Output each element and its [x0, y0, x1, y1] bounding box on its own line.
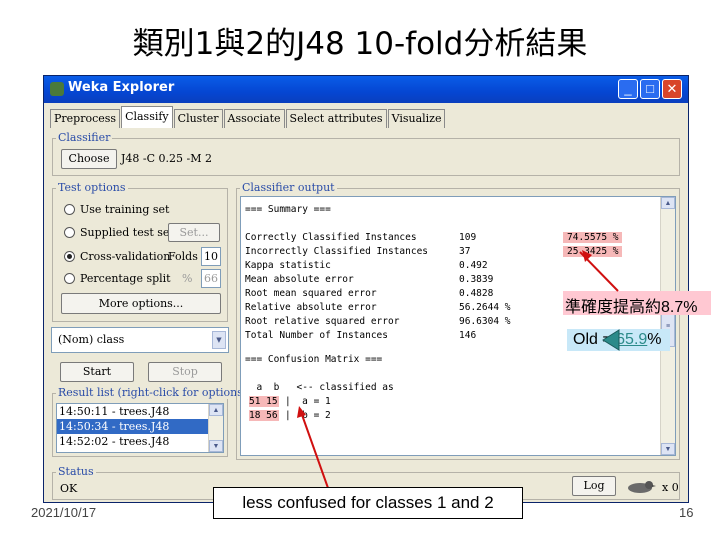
start-button[interactable]: Start — [60, 362, 134, 382]
cross-validation-radio[interactable] — [64, 251, 75, 262]
tab-preprocess[interactable]: Preprocess — [50, 109, 121, 128]
tab-select-attributes[interactable]: Select attributes — [285, 109, 387, 128]
use-training-radio[interactable] — [64, 204, 75, 215]
matrix-cells-row-1: 51 15 — [249, 396, 279, 407]
summary-value: 146 — [459, 330, 477, 341]
percentage-split-radio[interactable] — [64, 273, 75, 284]
percentage-split-label: Percentage split — [80, 272, 171, 285]
summary-label: Kappa statistic — [245, 260, 331, 271]
scroll-down-icon[interactable]: ▼ — [661, 443, 675, 455]
summary-value: 56.2644 % — [459, 302, 511, 313]
old-accuracy-text: Old = 65.9% — [573, 331, 662, 349]
status-legend: Status — [56, 465, 96, 478]
folds-input[interactable]: 10 — [201, 247, 221, 266]
tab-associate[interactable]: Associate — [223, 109, 285, 128]
scroll-up-icon[interactable]: ▲ — [661, 197, 675, 209]
more-options-button[interactable]: More options... — [61, 293, 221, 314]
matrix-label-row-2: | b = 2 — [285, 410, 331, 421]
old-suffix: % — [647, 331, 662, 348]
set-button[interactable]: Set... — [168, 223, 220, 242]
maximize-button[interactable]: □ — [640, 79, 660, 99]
summary-label: Root mean squared error — [245, 288, 377, 299]
classifier-output-text[interactable]: === Summary === Correctly Classified Ins… — [240, 196, 676, 456]
result-list[interactable]: 14:50:11 - trees.J48 14:50:34 - trees.J4… — [56, 403, 224, 453]
result-item[interactable]: 14:50:11 - trees.J48 — [57, 404, 223, 419]
output-scrollbar[interactable]: ▲ ≡ ▼ — [660, 197, 675, 455]
choose-button[interactable]: Choose — [61, 149, 117, 169]
status-text: OK — [60, 482, 78, 495]
chevron-down-icon[interactable]: ▼ — [212, 331, 226, 349]
result-item-selected[interactable]: 14:50:34 - trees.J48 — [57, 419, 223, 434]
classifier-output-legend: Classifier output — [240, 181, 337, 194]
percent-input[interactable]: 66 — [201, 269, 221, 288]
summary-label: Incorrectly Classified Instances — [245, 246, 429, 257]
weka-bird-icon[interactable] — [624, 478, 656, 494]
slide-page-number: 16 — [679, 505, 694, 520]
slide-title: 類別1與2的J48 10-fold分析結果 — [132, 26, 588, 62]
window-title: Weka Explorer — [68, 80, 175, 95]
old-value: 65.9 — [616, 331, 648, 348]
test-options-legend: Test options — [56, 181, 128, 194]
old-accuracy-box: Old = 65.9% — [567, 329, 670, 351]
cross-validation-label: Cross-validation — [80, 250, 171, 263]
slide-date: 2021/10/17 — [31, 505, 97, 520]
result-item[interactable]: 14:52:02 - trees.J48 — [57, 434, 223, 449]
summary-value: 109 — [459, 232, 477, 243]
summary-value: 0.4828 — [459, 288, 494, 299]
tab-bar: Preprocess Classify Cluster Associate Se… — [50, 106, 446, 129]
confusion-note-box: less confused for classes 1 and 2 — [213, 487, 523, 519]
folds-label: Folds — [168, 250, 198, 263]
result-list-legend: Result list (right-click for options) — [56, 386, 250, 399]
classifier-value[interactable]: J48 -C 0.25 -M 2 — [121, 152, 212, 165]
summary-value: 96.6304 % — [459, 316, 511, 327]
summary-percent: 25.3425 % — [563, 246, 623, 257]
class-select-value: (Nom) class — [58, 333, 125, 346]
old-prefix: Old = — [573, 331, 617, 348]
summary-value: 37 — [459, 246, 471, 257]
matrix-cells-row-2: 18 56 — [249, 410, 279, 421]
close-button[interactable]: ✕ — [662, 79, 682, 99]
tab-classify[interactable]: Classify — [121, 106, 173, 128]
summary-label: Total Number of Instances — [245, 330, 388, 341]
classifier-legend: Classifier — [56, 131, 113, 144]
log-button[interactable]: Log — [572, 476, 616, 496]
class-select[interactable]: (Nom) class ▼ — [51, 327, 229, 353]
confusion-header: === Confusion Matrix === — [245, 354, 383, 365]
minimize-button[interactable]: _ — [618, 79, 638, 99]
supplied-test-radio[interactable] — [64, 227, 75, 238]
result-scrollbar[interactable]: ▲ ▼ — [208, 404, 223, 452]
use-training-label: Use training set — [80, 203, 170, 216]
accuracy-annotation-box: 準確度提高約8.7% — [563, 291, 711, 316]
summary-value: 0.3839 — [459, 274, 494, 285]
summary-label: Mean absolute error — [245, 274, 354, 285]
weka-bird-icon — [50, 82, 64, 96]
summary-label: Relative absolute error — [245, 302, 377, 313]
tab-cluster[interactable]: Cluster — [173, 109, 223, 128]
tab-visualize[interactable]: Visualize — [387, 109, 446, 128]
scroll-up-icon[interactable]: ▲ — [209, 404, 223, 416]
matrix-label-row-1: | a = 1 — [285, 396, 331, 407]
percent-sign: % — [182, 272, 193, 285]
matrix-header: a b <-- classified as — [245, 382, 394, 393]
scroll-down-icon[interactable]: ▼ — [209, 440, 223, 452]
title-bar: Weka Explorer _ □ ✕ — [44, 76, 688, 103]
stop-button[interactable]: Stop — [148, 362, 222, 382]
summary-percent: 74.5575 % — [563, 232, 623, 243]
summary-value: 0.492 — [459, 260, 488, 271]
status-count: x 0 — [662, 481, 679, 494]
weka-window: Weka Explorer _ □ ✕ Preprocess Classify … — [43, 75, 689, 503]
supplied-test-label: Supplied test set — [80, 226, 174, 239]
summary-label: Correctly Classified Instances — [245, 232, 417, 243]
summary-header: === Summary === — [245, 204, 331, 215]
accuracy-note: 準確度提高約8.7% — [565, 299, 698, 316]
summary-label: Root relative squared error — [245, 316, 400, 327]
